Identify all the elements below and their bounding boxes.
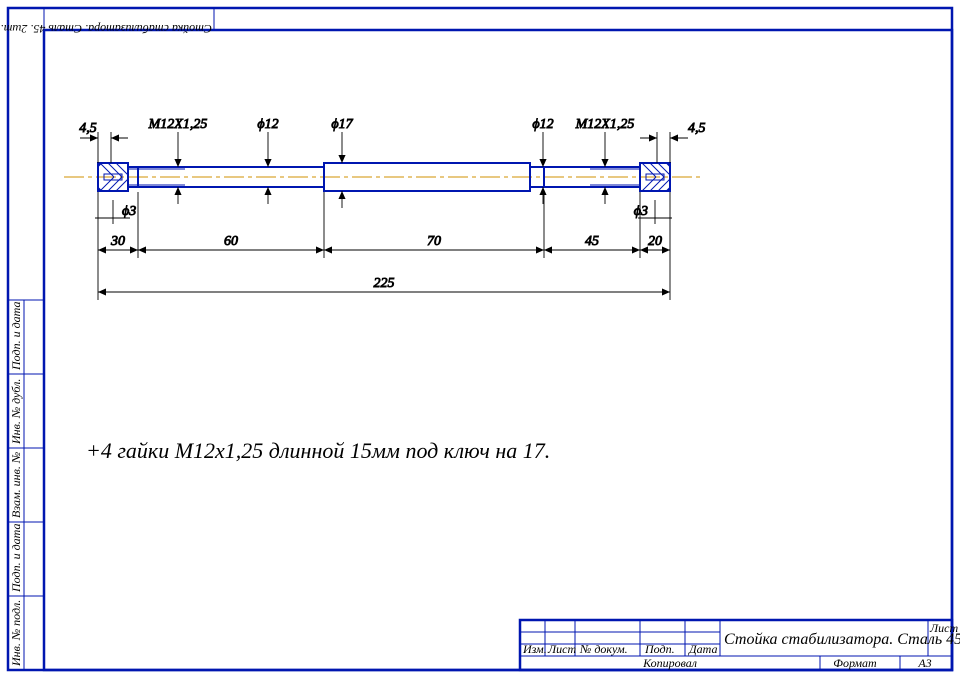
tb-col-date: Дата [688, 642, 717, 656]
dim-phi3a: ϕ3 [122, 204, 136, 219]
dim-l70: 70 [427, 234, 441, 249]
side-row-1: Подп. и дата [9, 524, 23, 593]
tb-copy: Копировал [642, 656, 697, 670]
length-chain: 30 60 70 45 20 [98, 192, 670, 258]
side-strip: Инв. № подл. Подп. и дата Взам. инв. № И… [8, 300, 44, 670]
dim-phi12a: ϕ12 [257, 117, 278, 132]
dim-l45: 45 [585, 234, 599, 249]
side-row-0: Инв. № подл. [9, 600, 23, 667]
side-row-2: Взам. инв. № [9, 452, 23, 518]
top-title-text: Стойка стабилизатора. Сталь 45. 2шт. [1, 22, 212, 36]
side-row-4: Подп. и дата [9, 302, 23, 371]
tb-col-sign: Подп. [644, 642, 675, 656]
dim-l20: 20 [648, 234, 662, 249]
drawing-title: Стойка стабилизатора. Сталь 45. 2шт. [724, 631, 960, 648]
dim-l30: 30 [110, 234, 125, 249]
dim-m2: M12X1,25 [575, 117, 635, 132]
tb-col-doc: № докум. [579, 642, 628, 656]
part-view [64, 163, 700, 191]
tb-col-list: Лист [547, 642, 576, 656]
title-block: Изм. Лист № докум. Подп. Дата Стойка ста… [520, 620, 960, 670]
dim-phi3b: ϕ3 [634, 204, 648, 219]
dim-phi12b: ϕ12 [532, 117, 553, 132]
outer-frame [8, 8, 952, 670]
tb-sheet: Лист [929, 621, 958, 635]
drawing-sheet: Стойка стабилизатора. Сталь 45. 2шт. Инв… [0, 0, 960, 680]
technical-note: +4 гайки М12х1,25 длинной 15мм под ключ … [86, 438, 550, 463]
side-row-3: Инв. № дубл. [9, 379, 23, 445]
dim-l60: 60 [224, 234, 238, 249]
dim-l225: 225 [374, 276, 395, 291]
top-title-tab: Стойка стабилизатора. Сталь 45. 2шт. [1, 8, 214, 36]
tb-col-izm: Изм. [522, 642, 547, 656]
dimensions: 4,5 M12X1,25 ϕ12 ϕ17 ϕ12 M12X1,25 4,5 [79, 117, 705, 300]
dim-d2: 4,5 [688, 121, 706, 136]
dim-m1: M12X1,25 [148, 117, 208, 132]
dim-phi17: ϕ17 [331, 117, 353, 132]
tb-fmt-lbl: Формат [833, 656, 877, 670]
dim-d1: 4,5 [79, 121, 97, 136]
tb-fmt: А3 [917, 656, 931, 670]
